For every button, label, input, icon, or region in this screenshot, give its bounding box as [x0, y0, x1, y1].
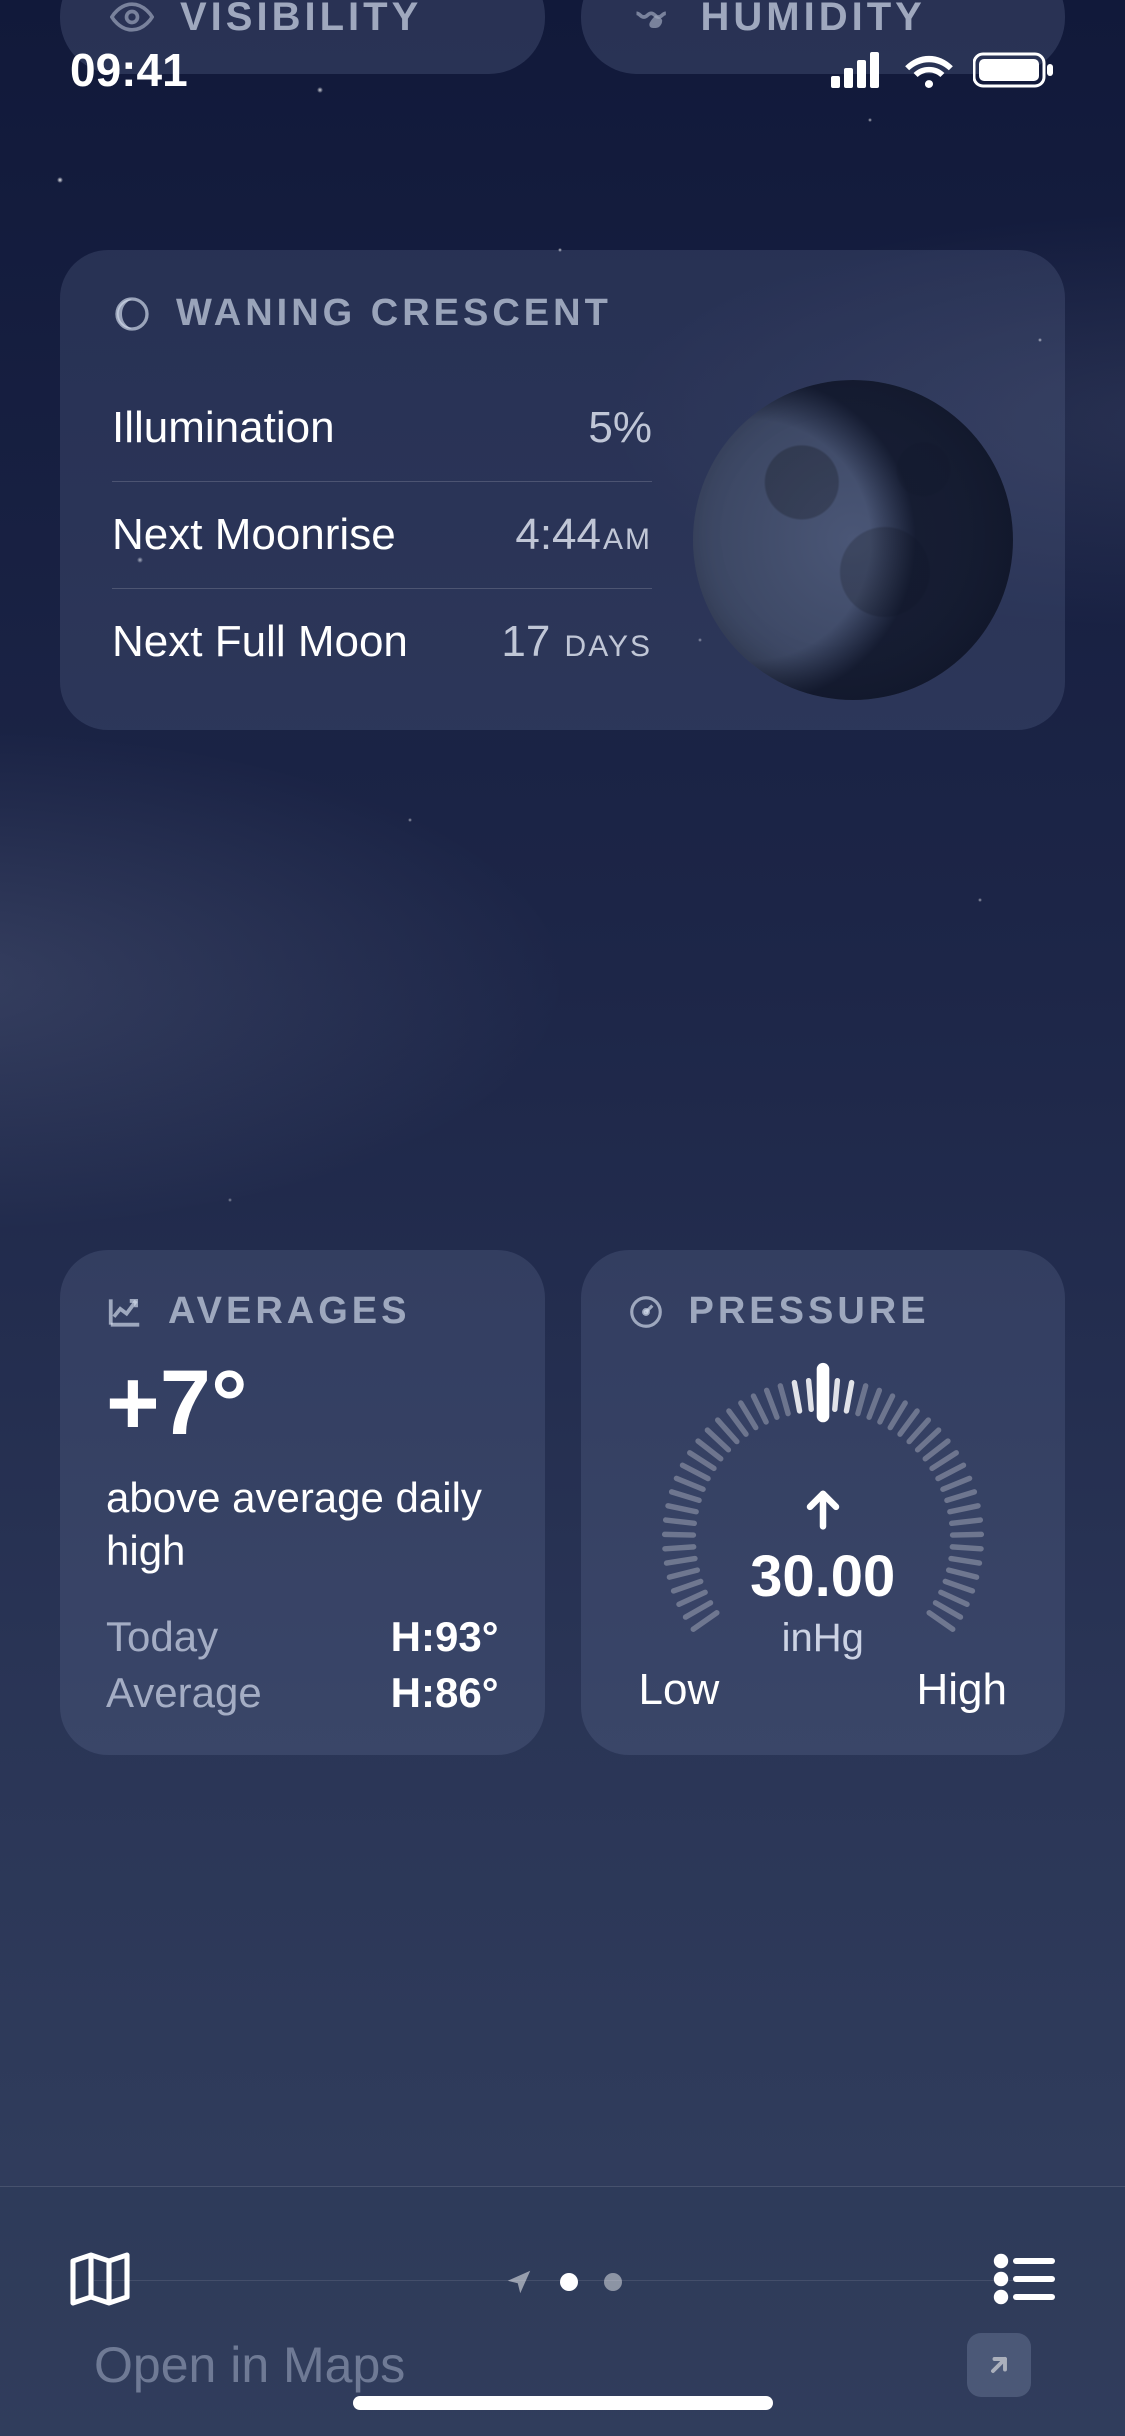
averages-desc: above average daily high	[106, 1472, 499, 1577]
averages-label: AVERAGES	[168, 1290, 410, 1333]
list-icon	[989, 2243, 1061, 2315]
page-indicator[interactable]	[504, 2267, 622, 2297]
averages-average-label: Average	[106, 1669, 262, 1717]
battery-icon	[973, 51, 1055, 89]
home-indicator[interactable]	[353, 2396, 773, 2410]
averages-today-label: Today	[106, 1613, 218, 1661]
arrow-up-icon	[797, 1483, 849, 1535]
status-time: 09:41	[70, 43, 188, 97]
moon-phase-label: WANING CRESCENT	[176, 292, 612, 335]
averages-today-value: H:93°	[391, 1613, 499, 1661]
moonrise-label: Next Moonrise	[112, 510, 396, 560]
illumination-value: 5%	[588, 403, 652, 453]
moon-graphic	[693, 380, 1013, 700]
moon-phase-card[interactable]: WANING CRESCENT Illumination 5% Next Moo…	[60, 250, 1065, 730]
pressure-value: 30.00	[750, 1543, 895, 1610]
pressure-high-label: High	[917, 1665, 1008, 1715]
location-arrow-icon	[504, 2267, 534, 2297]
moonrise-value: 4:44AM	[515, 510, 652, 560]
pressure-card[interactable]: PRESSURE 30.00 inHg Low High	[581, 1250, 1066, 1755]
pressure-low-label: Low	[639, 1665, 720, 1715]
averages-delta: +7°	[106, 1351, 499, 1456]
page-dot-active	[560, 2273, 578, 2291]
pressure-label: PRESSURE	[689, 1290, 930, 1333]
pressure-unit: inHg	[782, 1616, 864, 1661]
page-dot	[604, 2273, 622, 2291]
next-full-moon-value: 17 DAYS	[501, 617, 652, 667]
averages-card[interactable]: AVERAGES +7° above average daily high To…	[60, 1250, 545, 1755]
next-full-moon-label: Next Full Moon	[112, 617, 408, 667]
chart-up-icon	[106, 1293, 144, 1331]
locations-list-button[interactable]	[989, 2243, 1061, 2320]
illumination-label: Illumination	[112, 403, 335, 453]
map-icon	[64, 2243, 136, 2315]
status-bar: 09:41	[0, 0, 1125, 140]
cellular-icon	[831, 52, 885, 88]
gauge-icon	[627, 1293, 665, 1331]
map-button[interactable]	[64, 2243, 136, 2320]
averages-average-value: H:86°	[391, 1669, 499, 1717]
moon-phase-icon	[112, 294, 152, 334]
wifi-icon	[903, 51, 955, 89]
